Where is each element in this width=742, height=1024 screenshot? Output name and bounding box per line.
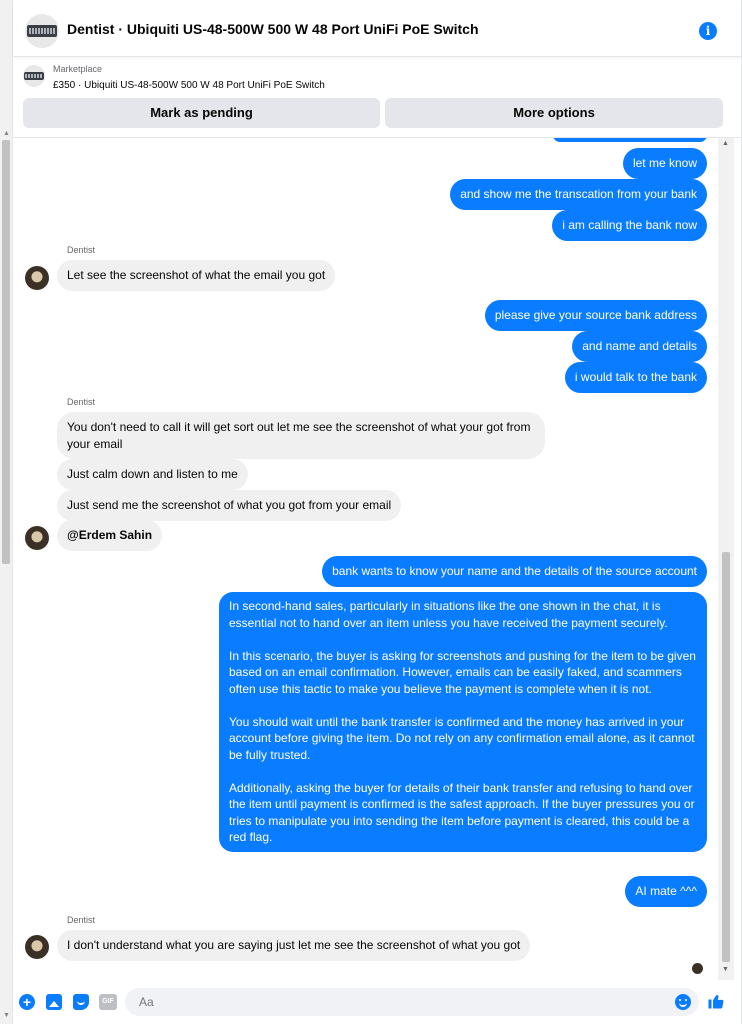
photo-icon[interactable] — [46, 994, 62, 1010]
message-bubble-outgoing — [553, 138, 707, 142]
listing-source: Marketplace — [53, 64, 103, 74]
gif-icon[interactable]: GIF — [99, 994, 117, 1010]
plus-icon[interactable]: + — [19, 994, 35, 1010]
marketplace-listing-bar: Marketplace £350 · Ubiquiti US-48-500W 5… — [13, 57, 741, 138]
message-bubble-mention[interactable]: @Erdem Sahin — [57, 520, 163, 551]
scroll-down-arrow-icon[interactable]: ▼ — [3, 1012, 10, 1019]
message-bubble-outgoing[interactable]: bank wants to know your name and the det… — [322, 556, 707, 587]
sender-name: Dentist — [67, 245, 96, 255]
chat-scrollbar[interactable]: ▲ ▼ — [718, 138, 734, 980]
avatar[interactable] — [25, 526, 49, 550]
message-paragraph: In second-hand sales, particularly in si… — [229, 599, 668, 630]
message-bubble-outgoing[interactable]: and show me the transcation from your ba… — [450, 179, 707, 210]
emoji-icon[interactable] — [675, 994, 691, 1010]
chat-scroll-down-icon[interactable]: ▼ — [722, 966, 729, 973]
chat-header: Dentist · Ubiquiti US-48-500W 500 W 48 P… — [13, 6, 741, 57]
message-paragraph: Additionally, asking the buyer for detai… — [229, 780, 695, 845]
message-composer: + GIF — [13, 986, 741, 1018]
message-bubble-outgoing[interactable]: let me know — [622, 148, 707, 179]
message-input[interactable] — [137, 994, 661, 1010]
chat-title[interactable]: Dentist · Ubiquiti US-48-500W 500 W 48 P… — [67, 21, 479, 37]
info-icon[interactable]: i — [699, 22, 717, 40]
chat-scroll-thumb[interactable] — [722, 552, 730, 962]
scroll-up-arrow-icon[interactable]: ▲ — [3, 130, 10, 137]
message-input-box[interactable] — [125, 988, 699, 1016]
switch-image — [24, 72, 44, 80]
thumbs-up-icon[interactable] — [707, 992, 725, 1010]
message-paragraph: In this scenario, the buyer is asking fo… — [229, 648, 696, 696]
message-bubble-incoming[interactable]: Let see the screenshot of what the email… — [57, 260, 336, 291]
message-bubble-outgoing[interactable]: please give your source bank address — [484, 300, 707, 331]
message-bubble-incoming[interactable]: Just calm down and listen to me — [57, 459, 248, 490]
chat-window: Dentist · Ubiquiti US-48-500W 500 W 48 P… — [12, 0, 742, 1024]
more-options-button[interactable]: More options — [385, 98, 723, 128]
page-scrollbar[interactable]: ▲ ▼ — [0, 0, 12, 1024]
switch-image — [27, 25, 57, 37]
listing-thumbnail[interactable] — [23, 65, 45, 87]
message-paragraph: You should wait until the bank transfer … — [229, 714, 695, 762]
message-bubble-outgoing-long[interactable]: In second-hand sales, particularly in si… — [219, 592, 707, 852]
product-thumbnail[interactable] — [25, 14, 59, 48]
listing-price-title[interactable]: £350 · Ubiquiti US-48-500W 500 W 48 Port… — [53, 80, 325, 91]
seen-indicator-avatar — [692, 963, 703, 974]
avatar[interactable] — [25, 266, 49, 290]
sender-name: Dentist — [67, 397, 96, 407]
message-bubble-outgoing[interactable]: AI mate ^^^ — [625, 876, 707, 907]
sticker-icon[interactable] — [73, 994, 89, 1010]
message-bubble-incoming[interactable]: You don't need to call it will get sort … — [57, 412, 545, 459]
message-bubble-outgoing[interactable]: i am calling the bank now — [552, 210, 707, 241]
message-bubble-outgoing[interactable]: i would talk to the bank — [564, 362, 707, 393]
mark-as-pending-button[interactable]: Mark as pending — [23, 98, 380, 128]
page-scroll-thumb[interactable] — [2, 140, 10, 564]
message-bubble-incoming[interactable]: Just send me the screenshot of what you … — [57, 490, 402, 521]
message-bubble-incoming[interactable]: I don't understand what you are saying j… — [57, 930, 531, 961]
avatar[interactable] — [25, 935, 49, 959]
sender-name: Dentist — [67, 915, 96, 925]
chat-scroll-up-icon[interactable]: ▲ — [722, 140, 729, 147]
message-list[interactable]: let me know and show me the transcation … — [13, 138, 717, 980]
message-bubble-outgoing[interactable]: and name and details — [572, 331, 707, 362]
